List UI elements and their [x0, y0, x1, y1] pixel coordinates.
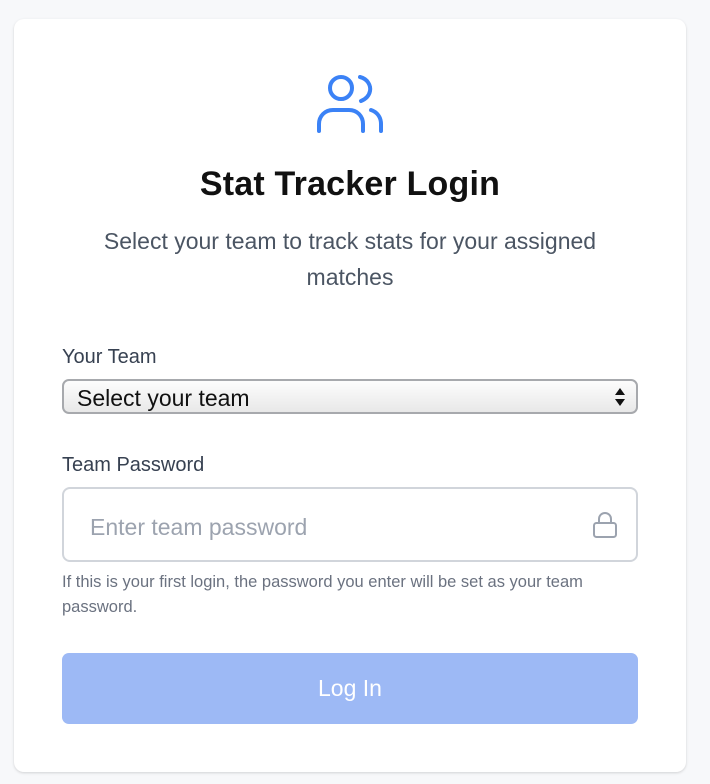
login-card: Stat Tracker Login Select your team to t… — [14, 19, 686, 772]
page-title: Stat Tracker Login — [199, 165, 501, 203]
page-subtitle: Select your team to track stats for your… — [103, 228, 597, 290]
team-select[interactable]: Select your team — [62, 379, 638, 414]
login-button[interactable]: Log In — [62, 653, 638, 724]
team-select-value: Select your team — [77, 385, 250, 411]
password-help-text: If this is your first login, the passwor… — [62, 573, 583, 616]
password-input[interactable] — [88, 509, 562, 545]
password-label: Team Password — [62, 454, 205, 476]
password-field[interactable] — [62, 487, 638, 562]
lock-icon — [593, 512, 617, 538]
select-arrows-icon — [615, 388, 625, 406]
team-select-label: Your Team — [62, 346, 157, 368]
users-icon — [317, 75, 383, 133]
